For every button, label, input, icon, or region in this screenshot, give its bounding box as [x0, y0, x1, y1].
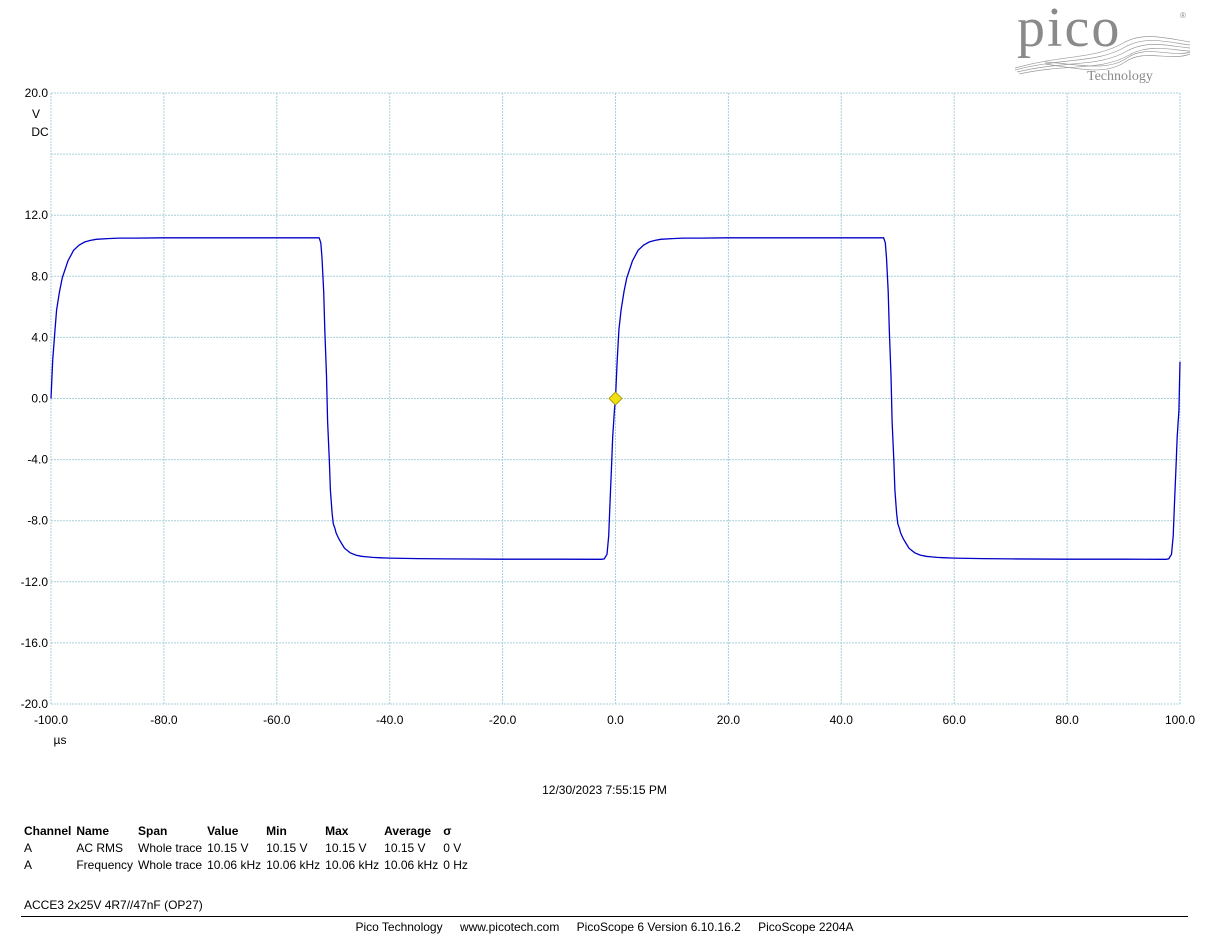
table-row: A AC RMS Whole trace 10.15 V 10.15 V 10.…	[24, 839, 473, 856]
scope-chart: 20.0 12.0 8.0 4.0 0.0 -4.0 -8.0 -12.0 -16.0 -20.0…	[21, 86, 1196, 747]
column-header: σ	[443, 823, 452, 838]
y-axis-ticks: 20.0 12.0 8.0 4.0 0.0 -4.0 -8.0 -12.0 -16.0 -20.0	[21, 86, 49, 711]
y-tick-label: 12.0	[25, 208, 49, 222]
table-cell: Whole trace	[138, 840, 203, 855]
footer: Pico Technology www.picotech.com PicoSco…	[0, 920, 1209, 934]
y-tick-label: 0.0	[31, 392, 48, 406]
y-tick-label: 8.0	[31, 269, 48, 283]
column-header: Value	[207, 823, 239, 838]
measurements-table: Channel Name Span Value Min Max Average …	[24, 822, 473, 873]
table-cell: Whole trace	[138, 857, 203, 872]
x-tick-label: -100.0	[34, 713, 68, 727]
capture-timestamp: 12/30/2023 7:55:15 PM	[542, 783, 667, 797]
x-axis-unit: µs	[54, 733, 67, 747]
measurements-header-row: Channel Name Span Value Min Max Average …	[24, 822, 473, 839]
y-tick-label: -16.0	[21, 636, 49, 650]
x-axis-ticks: -100.0 -80.0 -60.0 -40.0 -20.0 0.0 20.0 40.0 60.…	[34, 713, 1195, 727]
footer-divider	[21, 916, 1188, 917]
table-cell: AC RMS	[76, 840, 124, 855]
column-header: Channel	[24, 823, 72, 838]
y-tick-label: 20.0	[25, 86, 49, 100]
x-tick-label: 20.0	[717, 713, 741, 727]
table-cell: 10.15 V	[207, 840, 249, 855]
x-tick-label: -40.0	[376, 713, 404, 727]
x-tick-label: -60.0	[263, 713, 291, 727]
y-tick-label: -20.0	[21, 697, 49, 711]
table-cell: 10.15 V	[325, 840, 367, 855]
table-cell: 10.15 V	[384, 840, 426, 855]
x-tick-label: 60.0	[943, 713, 967, 727]
trigger-marker-icon[interactable]	[608, 391, 623, 406]
table-cell: 10.06 kHz	[384, 857, 439, 872]
x-tick-label: -20.0	[489, 713, 517, 727]
x-tick-label: 100.0	[1165, 713, 1195, 727]
table-cell: A	[24, 840, 33, 855]
table-cell: 10.06 kHz	[207, 857, 262, 872]
capture-notes: ACCE3 2x25V 4R7//47nF (OP27)	[24, 898, 203, 912]
footer-company: Pico Technology	[355, 920, 443, 934]
table-row: A Frequency Whole trace 10.06 kHz 10.06 …	[24, 856, 473, 873]
table-cell: A	[24, 857, 33, 872]
x-tick-label: 80.0	[1055, 713, 1079, 727]
table-cell: 0 Hz	[443, 857, 468, 872]
y-tick-label: -12.0	[21, 575, 49, 589]
table-cell: 10.15 V	[266, 840, 308, 855]
column-header: Name	[76, 823, 110, 838]
table-cell: 10.06 kHz	[266, 857, 321, 872]
footer-device-model: PicoScope 2204A	[758, 920, 854, 934]
column-header: Min	[266, 823, 287, 838]
y-tick-label: -8.0	[27, 514, 48, 528]
table-cell: 10.06 kHz	[325, 857, 380, 872]
column-header: Span	[138, 823, 168, 838]
x-tick-label: -80.0	[150, 713, 178, 727]
y-tick-label: -4.0	[27, 453, 48, 467]
y-axis-coupling: DC	[31, 125, 49, 139]
column-header: Max	[325, 823, 349, 838]
x-tick-label: 0.0	[607, 713, 624, 727]
table-cell: Frequency	[76, 857, 134, 872]
table-cell: 0 V	[443, 840, 462, 855]
y-tick-label: 4.0	[31, 330, 48, 344]
x-tick-label: 40.0	[830, 713, 854, 727]
footer-software-version: PicoScope 6 Version 6.10.16.2	[576, 920, 741, 934]
column-header: Average	[384, 823, 432, 838]
y-axis-unit: V	[32, 107, 40, 121]
footer-website-link[interactable]: www.picotech.com	[460, 920, 559, 934]
